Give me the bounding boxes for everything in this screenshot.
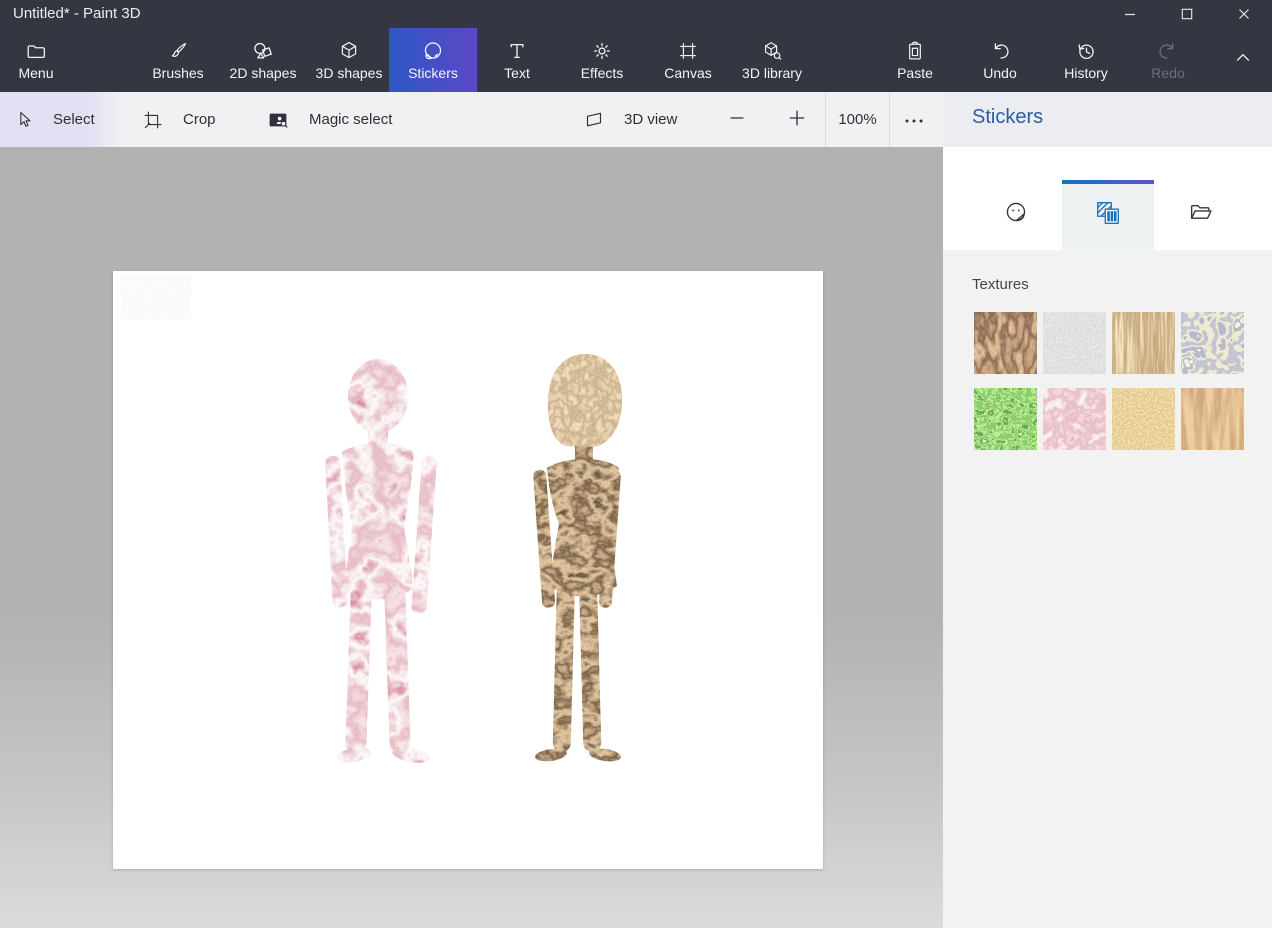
ribbon-tab-label: 2D shapes bbox=[230, 65, 297, 81]
texture-thumb-tree-bark[interactable] bbox=[974, 312, 1037, 374]
undo-label: Undo bbox=[983, 65, 1016, 81]
ribbon-tab-label: 3D shapes bbox=[316, 65, 383, 81]
crop-label: Crop bbox=[183, 111, 216, 128]
panel-body: Textures bbox=[943, 250, 1272, 928]
select-tool[interactable]: Select bbox=[0, 92, 121, 147]
ribbon-tab-label: Effects bbox=[581, 65, 624, 81]
figure-hair bbox=[548, 354, 622, 447]
ellipsis-icon bbox=[904, 112, 924, 127]
menu-folder-icon bbox=[25, 40, 47, 62]
text-icon bbox=[506, 40, 528, 62]
tab-stickers[interactable] bbox=[970, 180, 1062, 250]
history-label: History bbox=[1064, 65, 1108, 81]
crop-icon bbox=[143, 110, 163, 130]
sticker-smiley-icon bbox=[1004, 200, 1029, 230]
ribbon-tab-label: 3D library bbox=[742, 65, 802, 81]
texture-thumb-sandstone[interactable] bbox=[1112, 388, 1175, 450]
zoom-in-button[interactable] bbox=[772, 92, 822, 147]
ribbon-tab-stickers[interactable]: Stickers bbox=[389, 28, 477, 92]
texture-thumb-pink-marble[interactable] bbox=[1043, 388, 1106, 450]
brush-icon bbox=[167, 40, 189, 62]
3d-library-icon bbox=[761, 40, 783, 62]
paste-button[interactable]: Paste bbox=[880, 28, 950, 92]
redo-button[interactable]: Redo bbox=[1136, 28, 1200, 92]
menu-label: Menu bbox=[18, 65, 53, 81]
workspace bbox=[0, 147, 943, 928]
minus-icon bbox=[728, 109, 746, 130]
ribbon-tab-canvas[interactable]: Canvas bbox=[645, 28, 731, 92]
history-button[interactable]: History bbox=[1049, 28, 1123, 92]
undo-button[interactable]: Undo bbox=[965, 28, 1035, 92]
canvas-icon bbox=[677, 40, 699, 62]
ribbon: Menu Brushes 2D shapes bbox=[0, 28, 1272, 92]
3d-view-label: 3D view bbox=[624, 111, 677, 128]
tab-textures[interactable] bbox=[1062, 180, 1154, 250]
ribbon-tab-3d-library[interactable]: 3D library bbox=[729, 28, 815, 92]
ribbon-tab-label: Brushes bbox=[152, 65, 203, 81]
minimize-icon bbox=[1124, 8, 1136, 20]
paint3d-window: Untitled* - Paint 3D Menu bbox=[0, 0, 1272, 928]
zoom-out-button[interactable] bbox=[712, 92, 762, 147]
sticker-icon bbox=[422, 40, 444, 62]
maximize-icon bbox=[1181, 8, 1193, 20]
magic-select-icon bbox=[267, 110, 289, 130]
drawing-canvas[interactable] bbox=[113, 271, 823, 869]
paste-icon bbox=[904, 40, 926, 62]
ribbon-tab-effects[interactable]: Effects bbox=[559, 28, 645, 92]
ribbon-tab-brushes[interactable]: Brushes bbox=[135, 28, 221, 92]
texture-grid bbox=[974, 312, 1244, 450]
minimize-button[interactable] bbox=[1107, 0, 1153, 28]
redo-icon bbox=[1157, 40, 1179, 62]
chevron-up-icon bbox=[1233, 48, 1253, 73]
3d-view-icon bbox=[583, 110, 604, 130]
close-icon bbox=[1238, 8, 1250, 20]
textures-section-label: Textures bbox=[972, 276, 1029, 293]
menu-button[interactable]: Menu bbox=[7, 28, 65, 92]
select-label: Select bbox=[53, 111, 95, 128]
ribbon-tab-text[interactable]: Text bbox=[474, 28, 560, 92]
tab-browse-files[interactable] bbox=[1154, 180, 1246, 250]
crop-tool[interactable]: Crop bbox=[143, 92, 216, 147]
3d-cube-icon bbox=[338, 40, 360, 62]
texture-thumb-pebbles[interactable] bbox=[1181, 312, 1244, 374]
magic-select-label: Magic select bbox=[309, 111, 392, 128]
more-options-button[interactable] bbox=[890, 92, 937, 147]
cursor-icon bbox=[15, 110, 35, 130]
ribbon-tab-label: Canvas bbox=[664, 65, 711, 81]
3d-view-tool[interactable]: 3D view bbox=[583, 92, 677, 147]
collapse-ribbon-button[interactable] bbox=[1218, 28, 1268, 92]
tool-options-bar: Select Crop Magic select bbox=[0, 92, 943, 147]
zoom-level[interactable]: 100% bbox=[826, 92, 889, 147]
plus-icon bbox=[787, 108, 807, 131]
close-button[interactable] bbox=[1221, 0, 1267, 28]
textures-icon bbox=[1095, 200, 1121, 231]
ribbon-tab-2d-shapes[interactable]: 2D shapes bbox=[220, 28, 306, 92]
ribbon-tab-3d-shapes[interactable]: 3D shapes bbox=[306, 28, 392, 92]
canvas-smudge bbox=[121, 275, 191, 320]
effects-icon bbox=[591, 40, 613, 62]
texture-thumb-wood[interactable] bbox=[1181, 388, 1244, 450]
texture-thumb-granite[interactable] bbox=[1043, 312, 1106, 374]
window-title: Untitled* - Paint 3D bbox=[13, 5, 141, 22]
texture-thumb-hair[interactable] bbox=[1112, 312, 1175, 374]
ribbon-tab-label: Text bbox=[504, 65, 530, 81]
history-icon bbox=[1075, 40, 1097, 62]
panel-header: Stickers bbox=[943, 92, 1272, 147]
redo-label: Redo bbox=[1151, 65, 1184, 81]
maximize-button[interactable] bbox=[1164, 0, 1210, 28]
stickers-panel: Stickers bbox=[943, 92, 1272, 928]
panel-title: Stickers bbox=[972, 106, 1043, 129]
open-folder-icon bbox=[1188, 200, 1213, 230]
titlebar: Untitled* - Paint 3D bbox=[0, 0, 1272, 28]
ribbon-tab-label: Stickers bbox=[408, 65, 458, 81]
panel-tabbar bbox=[943, 147, 1272, 250]
texture-thumb-leaves[interactable] bbox=[974, 388, 1037, 450]
figure-pink-marble[interactable] bbox=[318, 356, 448, 766]
magic-select-tool[interactable]: Magic select bbox=[267, 92, 392, 147]
paste-label: Paste bbox=[897, 65, 933, 81]
figure-tree-bark[interactable] bbox=[513, 352, 641, 764]
2d-shapes-icon bbox=[252, 40, 274, 62]
undo-icon bbox=[989, 40, 1011, 62]
